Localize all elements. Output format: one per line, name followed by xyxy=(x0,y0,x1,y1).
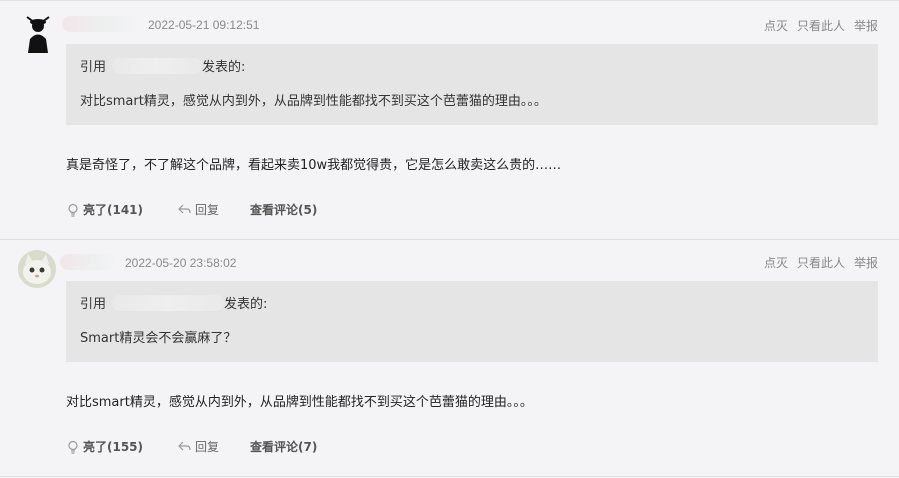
username[interactable] xyxy=(62,16,142,32)
like-label: 亮了(141) xyxy=(83,203,144,217)
reply-icon xyxy=(177,440,195,453)
quote-header: 引用 发表的: xyxy=(80,293,267,312)
only-this-user-button[interactable]: 只看此人 xyxy=(797,17,845,34)
lightbulb-icon xyxy=(66,440,83,454)
quote-suffix: 发表的: xyxy=(202,60,246,75)
report-button[interactable]: 举报 xyxy=(854,254,878,271)
comment-body: 对比smart精灵，感觉从内到外，从品牌到性能都找不到买这个芭蕾猫的理由。。。 xyxy=(66,395,533,410)
quote-block: 引用 发表的: 对比smart精灵，感觉从内到外，从品牌到性能都找不到买这个芭蕾… xyxy=(66,44,878,125)
quote-prefix: 引用 xyxy=(80,297,107,312)
comment-footer: 亮了(141) 回复 查看评论(5) xyxy=(66,201,317,218)
view-replies-label: 查看评论(5) xyxy=(250,203,318,217)
like-label: 亮了(155) xyxy=(83,440,144,454)
reply-button[interactable]: 回复 xyxy=(177,438,219,455)
avatar[interactable] xyxy=(18,13,58,53)
comment-actions: 点灭 只看此人 举报 xyxy=(764,254,878,271)
view-replies-button[interactable]: 查看评论(7) xyxy=(250,438,317,455)
reply-button[interactable]: 回复 xyxy=(177,201,219,218)
report-button[interactable]: 举报 xyxy=(854,17,878,34)
comment-item: 2022-05-21 09:12:51 点灭 只看此人 举报 引用 发表的: 对… xyxy=(0,0,899,239)
post-time: 2022-05-21 09:12:51 xyxy=(148,18,260,32)
reply-label: 回复 xyxy=(195,440,220,454)
dislike-button[interactable]: 点灭 xyxy=(764,17,788,34)
avatar[interactable] xyxy=(18,250,56,288)
like-button[interactable]: 亮了(141) xyxy=(66,201,143,218)
post-time: 2022-05-20 23:58:02 xyxy=(125,256,237,270)
comment-item: 2022-05-20 23:58:02 点灭 只看此人 举报 引用 发表的: S… xyxy=(0,239,899,477)
quoted-username[interactable] xyxy=(112,294,225,311)
reply-label: 回复 xyxy=(195,203,220,217)
reply-icon xyxy=(177,203,195,216)
only-this-user-button[interactable]: 只看此人 xyxy=(797,254,845,271)
view-replies-button[interactable]: 查看评论(5) xyxy=(250,201,317,218)
comment-body: 真是奇怪了，不了解这个品牌，看起来卖10w我都觉得贵，它是怎么敢卖这么贵的…… xyxy=(66,158,562,173)
quote-prefix: 引用 xyxy=(80,60,107,75)
view-replies-label: 查看评论(7) xyxy=(250,440,318,454)
username[interactable] xyxy=(60,254,118,270)
quote-header: 引用 发表的: xyxy=(80,56,245,75)
lightbulb-icon xyxy=(66,203,83,217)
dislike-button[interactable]: 点灭 xyxy=(764,254,788,271)
like-button[interactable]: 亮了(155) xyxy=(66,438,143,455)
quote-block: 引用 发表的: Smart精灵会不会赢麻了？ xyxy=(66,281,878,362)
quote-text: Smart精灵会不会赢麻了？ xyxy=(80,331,237,346)
quoted-username[interactable] xyxy=(112,57,203,74)
comment-actions: 点灭 只看此人 举报 xyxy=(764,17,878,34)
quote-suffix: 发表的: xyxy=(224,297,268,312)
comment-footer: 亮了(155) 回复 查看评论(7) xyxy=(66,438,317,455)
quote-text: 对比smart精灵，感觉从内到外，从品牌到性能都找不到买这个芭蕾猫的理由。。。 xyxy=(80,94,547,109)
